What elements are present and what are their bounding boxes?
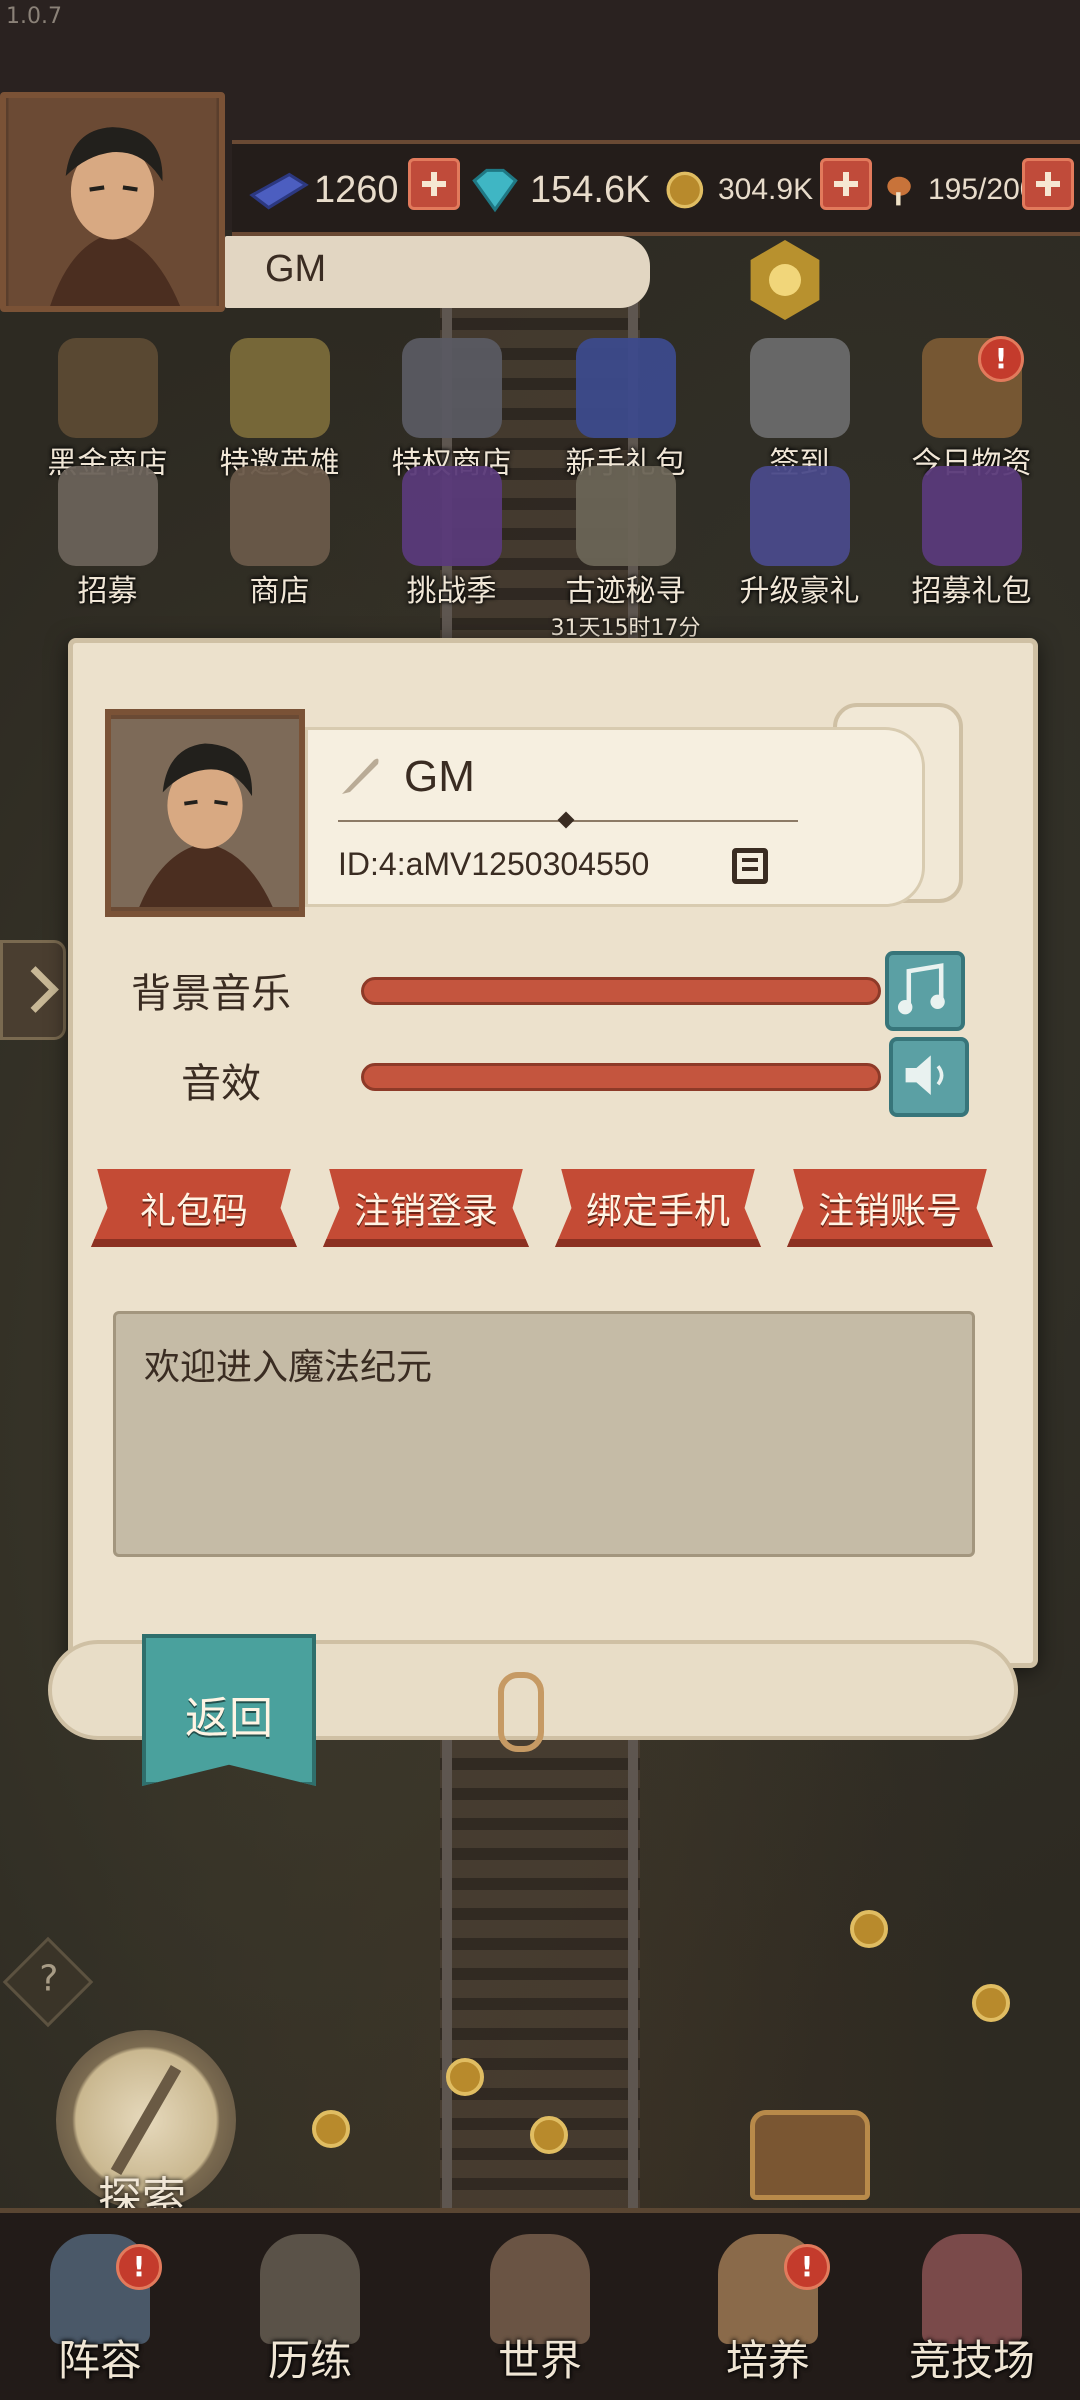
feature-label: 招募礼包 [911, 574, 1032, 609]
bgm-slider-knob[interactable] [885, 951, 965, 1031]
crystal-count: 1260 [314, 168, 399, 211]
cultivate-alert-badge: ! [784, 2244, 830, 2290]
challenge-season-icon [401, 466, 502, 566]
feature-level-up-gift[interactable]: 升级豪礼 [712, 466, 887, 610]
nav-lineup[interactable]: 阵容 [0, 2212, 200, 2392]
recruit-gift-icon [921, 466, 1022, 566]
shop-crate-icon [229, 466, 330, 566]
hero-portrait-icon [111, 719, 299, 907]
bottom-nav: 阵容 历练 世界 培养 竞技场 [0, 2208, 1080, 2400]
logout-button[interactable]: 注销登录 [323, 1169, 529, 1247]
divider [338, 820, 798, 822]
bgm-label: 背景音乐 [131, 971, 291, 1017]
music-note-icon [898, 963, 945, 1015]
black-gold-shop-icon [57, 338, 158, 438]
add-gold-button[interactable] [820, 158, 872, 210]
add-crystal-button[interactable] [408, 158, 460, 210]
delete-account-button[interactable]: 注销账号 [787, 1169, 993, 1247]
resource-bar: 1260 154.6K 304.9K 195/200 [232, 140, 1080, 236]
back-button[interactable]: 返回 [142, 1634, 316, 1786]
profile-name: GM [404, 752, 475, 801]
gold-coin-icon[interactable] [530, 2116, 568, 2154]
player-avatar[interactable] [0, 92, 225, 312]
ruins-quest-icon [575, 466, 676, 566]
feature-daily-supplies[interactable]: 今日物资 [884, 338, 1059, 482]
feature-invited-hero[interactable]: 特邀英雄 [192, 338, 367, 482]
invited-hero-icon [229, 338, 330, 438]
nav-training[interactable]: 历练 [210, 2212, 410, 2392]
feature-shop[interactable]: 商店 [192, 466, 367, 610]
diamond-count: 154.6K [530, 168, 651, 211]
diamond-icon [472, 168, 518, 213]
treasure-chest-icon[interactable] [750, 2110, 870, 2200]
nav-label: 培养 [725, 2336, 810, 2385]
lineup-alert-badge: ! [116, 2244, 162, 2290]
message-box: 欢迎进入魔法纪元 [113, 1311, 975, 1557]
feature-label: 升级豪礼 [739, 574, 860, 609]
nav-label: 竞技场 [908, 2336, 1035, 2385]
feature-newbie-gift[interactable]: 新手礼包 [538, 338, 713, 482]
feature-black-gold-shop[interactable]: 黑金商店 [20, 338, 195, 482]
settings-dialog: GM ID:4:aMV1250304550 背景音乐 音效 礼包码 注销登录 绑… [68, 638, 1038, 1668]
sfx-slider[interactable] [361, 1063, 881, 1091]
side-expand-tab[interactable] [0, 940, 66, 1040]
feature-label: 招募 [77, 574, 138, 609]
gold-coin-icon [666, 171, 704, 209]
resource-diamond: 154.6K [464, 158, 650, 222]
player-name: GM [265, 248, 327, 290]
sign-in-icon [749, 338, 850, 438]
speaker-icon [905, 1055, 944, 1095]
gold-coin-icon[interactable] [446, 2058, 484, 2096]
alert-badge: ! [978, 336, 1024, 382]
newbie-gift-icon [575, 338, 676, 438]
bgm-slider[interactable] [361, 977, 881, 1005]
feature-recruit-gift[interactable]: 招募礼包 [884, 466, 1059, 610]
gift-code-button[interactable]: 礼包码 [91, 1169, 297, 1247]
feature-label: 古迹秘寻 [565, 574, 686, 609]
crystal-bar-icon [249, 172, 309, 210]
gold-count: 304.9K [718, 173, 814, 206]
profile-avatar[interactable] [105, 709, 305, 917]
nav-cultivate[interactable]: 培养 [668, 2212, 868, 2392]
player-name-banner: GM [225, 236, 650, 308]
level-up-gift-icon [749, 466, 850, 566]
feature-sign-in[interactable]: 签到 [712, 338, 887, 482]
nav-world[interactable]: 世界 [440, 2212, 640, 2392]
feature-recruit[interactable]: 招募 [20, 466, 195, 610]
quill-icon [342, 758, 379, 794]
gold-coin-icon[interactable] [972, 1984, 1010, 2022]
resource-gold: 304.9K [664, 158, 813, 222]
nav-arena[interactable]: 竞技场 [872, 2212, 1072, 2392]
feature-ruins-quest[interactable]: 古迹秘寻 31天15时17分 [538, 466, 713, 642]
add-food-button[interactable] [1022, 158, 1074, 210]
version-label: 1.0.7 [6, 4, 62, 29]
profile-card: GM ID:4:aMV1250304550 [305, 727, 925, 907]
meat-drumstick-icon [887, 176, 911, 206]
feature-vip-shop[interactable]: 特权商店 [364, 338, 539, 482]
sfx-label: 音效 [181, 1061, 261, 1107]
welcome-message: 欢迎进入魔法纪元 [144, 1347, 433, 1388]
help-label: ? [39, 1958, 59, 2000]
nav-label: 历练 [267, 2336, 352, 2385]
food-count: 195/200 [928, 173, 1037, 206]
feature-label: 挑战季 [406, 574, 497, 609]
vip-shop-icon [401, 338, 502, 438]
sfx-slider-knob[interactable] [889, 1037, 969, 1117]
scroll-ring-decoration [498, 1672, 544, 1752]
nav-label: 世界 [497, 2336, 582, 2385]
back-label: 返回 [185, 1693, 273, 1744]
player-id: ID:4:aMV1250304550 [338, 846, 650, 882]
copy-icon[interactable] [732, 848, 768, 884]
feature-challenge-season[interactable]: 挑战季 [364, 466, 539, 610]
recruit-bell-icon [57, 466, 158, 566]
feature-label: 商店 [249, 574, 310, 609]
gold-coin-icon[interactable] [312, 2110, 350, 2148]
resource-crystal: 1260 [248, 158, 399, 222]
hero-portrait-icon [8, 98, 217, 306]
bind-phone-button[interactable]: 绑定手机 [555, 1169, 761, 1247]
gold-coin-icon[interactable] [850, 1910, 888, 1948]
resource-food: 195/200 [880, 158, 1036, 222]
nav-label: 阵容 [57, 2336, 142, 2385]
